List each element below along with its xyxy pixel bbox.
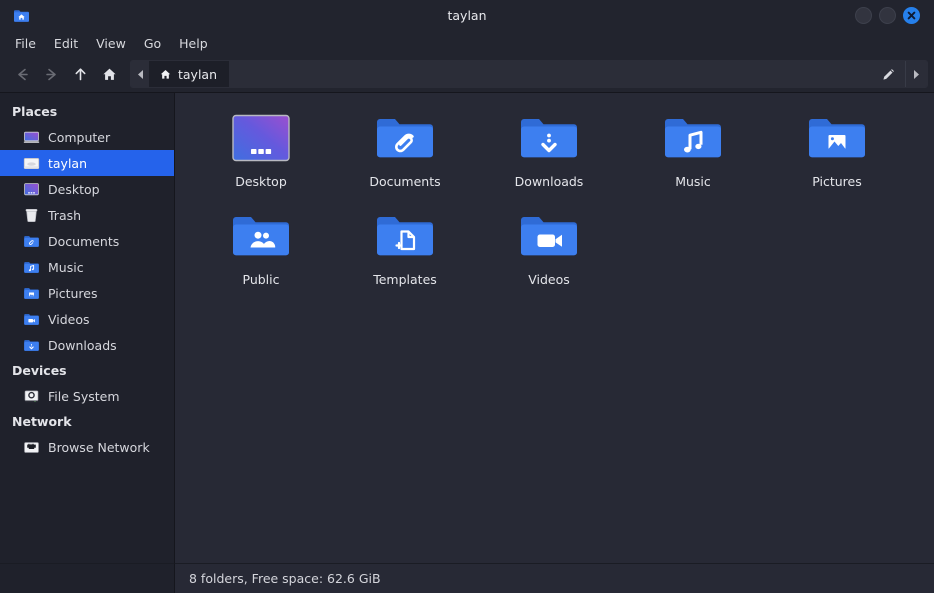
back-arrow-icon[interactable] <box>8 60 36 88</box>
downloads-folder-icon <box>517 111 581 165</box>
templates-folder-icon <box>373 209 437 263</box>
file-item-templates[interactable]: Templates <box>333 205 477 303</box>
pencil-icon[interactable] <box>871 61 905 87</box>
menu-help[interactable]: Help <box>171 33 216 54</box>
triangle-right-icon[interactable] <box>905 61 927 87</box>
window-body: Places Computer taylan Desktop Trash Doc… <box>0 92 934 563</box>
path-bar-empty-area[interactable] <box>229 61 871 87</box>
status-text: 8 folders, Free space: 62.6 GiB <box>189 571 381 586</box>
file-item-music[interactable]: Music <box>621 107 765 205</box>
trash-icon <box>22 206 40 224</box>
sidebar-item-label: Desktop <box>48 181 100 197</box>
path-bar: taylan <box>130 60 928 88</box>
home-icon[interactable] <box>95 60 123 88</box>
breadcrumb-label: taylan <box>178 66 218 82</box>
menu-view[interactable]: View <box>88 33 134 54</box>
sidebar-footer <box>0 563 175 593</box>
file-item-label: Templates <box>373 272 437 287</box>
sidebar-item-music[interactable]: Music <box>0 254 174 280</box>
sidebar-item-label: Downloads <box>48 337 117 353</box>
window-title: taylan <box>447 7 487 23</box>
documents-folder-icon <box>373 111 437 165</box>
desktop-gradient-icon <box>229 111 293 165</box>
file-item-label: Downloads <box>514 174 584 189</box>
title-bar: taylan <box>0 0 934 30</box>
triangle-left-icon[interactable] <box>131 61 149 87</box>
home-folder-icon <box>12 6 30 24</box>
status-bar: 8 folders, Free space: 62.6 GiB <box>175 563 934 593</box>
main-content: Desktop Documents Downloads Music Pictur… <box>175 93 934 563</box>
sidebar-item-documents[interactable]: Documents <box>0 228 174 254</box>
places-sidebar: Places Computer taylan Desktop Trash Doc… <box>0 93 175 563</box>
network-icon <box>22 438 40 456</box>
file-item-public[interactable]: Public <box>189 205 333 303</box>
menu-edit[interactable]: Edit <box>46 33 86 54</box>
menu-go[interactable]: Go <box>136 33 169 54</box>
sidebar-item-label: Music <box>48 259 84 275</box>
menu-bar: File Edit View Go Help <box>0 30 934 56</box>
sidebar-item-label: Documents <box>48 233 120 249</box>
file-item-label: Videos <box>528 272 570 287</box>
sidebar-header-places: Places <box>12 104 58 119</box>
sidebar-item-videos[interactable]: Videos <box>0 306 174 332</box>
sidebar-item-file-system[interactable]: File System <box>0 383 174 409</box>
bottom-row: 8 folders, Free space: 62.6 GiB <box>0 563 934 593</box>
music-folder-icon <box>661 111 725 165</box>
file-item-documents[interactable]: Documents <box>333 107 477 205</box>
file-item-desktop[interactable]: Desktop <box>189 107 333 205</box>
videos-folder-icon <box>517 209 581 263</box>
sidebar-item-label: Pictures <box>48 285 98 301</box>
file-item-pictures[interactable]: Pictures <box>765 107 909 205</box>
file-item-label: Public <box>242 272 280 287</box>
sidebar-item-desktop[interactable]: Desktop <box>0 176 174 202</box>
file-item-label: Music <box>675 174 711 189</box>
sidebar-item-browse-network[interactable]: Browse Network <box>0 434 174 460</box>
file-item-label: Pictures <box>812 174 862 189</box>
sidebar-item-label: Trash <box>48 207 82 223</box>
menu-file[interactable]: File <box>7 33 44 54</box>
sidebar-item-computer[interactable]: Computer <box>0 124 174 150</box>
desktop-icon <box>22 180 40 198</box>
up-arrow-icon[interactable] <box>66 60 94 88</box>
sidebar-item-label: File System <box>48 388 120 404</box>
pictures-folder-icon <box>22 284 40 302</box>
sidebar-item-downloads[interactable]: Downloads <box>0 332 174 358</box>
sidebar-item-label: Computer <box>48 129 111 145</box>
file-item-videos[interactable]: Videos <box>477 205 621 303</box>
navigation-toolbar: taylan <box>0 56 934 92</box>
sidebar-item-label: Videos <box>48 311 90 327</box>
window-controls <box>855 6 928 24</box>
minimize-button[interactable] <box>855 6 872 24</box>
file-item-label: Documents <box>369 174 441 189</box>
file-icon-view[interactable]: Desktop Documents Downloads Music Pictur… <box>175 93 934 563</box>
sidebar-item-trash[interactable]: Trash <box>0 202 174 228</box>
file-item-downloads[interactable]: Downloads <box>477 107 621 205</box>
sidebar-item-label: taylan <box>48 155 88 171</box>
sidebar-header-devices: Devices <box>12 363 67 378</box>
harddisk-icon <box>22 387 40 405</box>
pictures-folder-icon <box>805 111 869 165</box>
sidebar-item-label: Browse Network <box>48 439 150 455</box>
public-folder-icon <box>229 209 293 263</box>
forward-arrow-icon[interactable] <box>37 60 65 88</box>
downloads-folder-icon <box>22 336 40 354</box>
maximize-button[interactable] <box>879 6 896 24</box>
music-folder-icon <box>22 258 40 276</box>
documents-folder-icon <box>22 232 40 250</box>
sidebar-header-network: Network <box>12 414 72 429</box>
file-item-label: Desktop <box>235 174 287 189</box>
file-manager-window: taylan File Edit View Go Help taylan Pla… <box>0 0 934 593</box>
breadcrumb-taylan[interactable]: taylan <box>149 61 230 87</box>
close-button[interactable] <box>903 6 920 24</box>
computer-icon <box>22 128 40 146</box>
videos-folder-icon <box>22 310 40 328</box>
home-icon <box>160 69 171 79</box>
home-folder-white-icon <box>22 154 40 172</box>
sidebar-item-taylan[interactable]: taylan <box>0 150 174 176</box>
sidebar-item-pictures[interactable]: Pictures <box>0 280 174 306</box>
